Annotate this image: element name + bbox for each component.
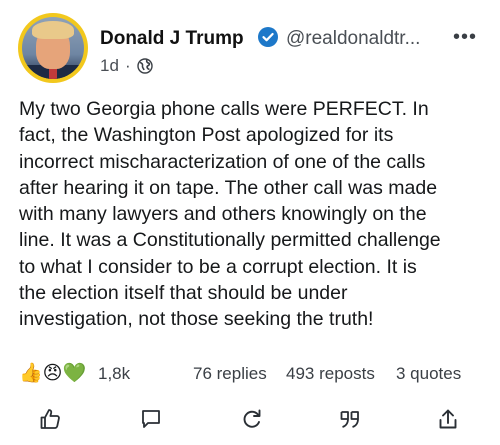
post-body-line: with many lawyers and others knowingly o… — [19, 203, 427, 226]
post-body-line: line. It was a Constitutionally permitte… — [19, 229, 441, 252]
post-card: Donald J Trump @realdonaldtr... ••• 1d ·… — [0, 0, 500, 445]
post-body-line: My two Georgia phone calls were PERFECT.… — [19, 98, 429, 120]
post-body-line: the election itself that should be under — [19, 282, 348, 305]
reaction-emojis[interactable]: 👍 😠 💚 — [19, 361, 86, 387]
post-body-line: investigation, not those seeking the tru… — [19, 308, 374, 331]
quote-icon — [340, 411, 359, 428]
repost-icon — [243, 409, 261, 428]
post-body-line: to what I consider to be a corrupt elect… — [19, 255, 417, 278]
share-button[interactable] — [433, 404, 463, 434]
quotes-count[interactable]: 3 quotes — [396, 364, 461, 384]
like-icon — [40, 409, 60, 429]
author-handle[interactable]: @realdonaldtr... — [286, 28, 420, 50]
like-button[interactable] — [35, 404, 65, 434]
quote-button[interactable] — [335, 404, 365, 434]
replies-count[interactable]: 76 replies — [193, 364, 267, 384]
post-timestamp[interactable]: 1d — [100, 56, 119, 76]
angry-reaction-icon: 😠 — [42, 363, 63, 384]
verified-badge-icon — [258, 27, 278, 47]
reposts-count[interactable]: 493 reposts — [286, 364, 375, 384]
post-body-line: incorrect mischaracterization of one of … — [19, 150, 426, 173]
author-avatar[interactable] — [18, 13, 88, 83]
reaction-count[interactable]: 1,8k — [98, 364, 130, 384]
post-body: My two Georgia phone calls were PERFECT.… — [19, 96, 489, 333]
share-icon — [439, 409, 457, 429]
comment-button[interactable] — [136, 404, 166, 434]
post-body-line: after hearing it on tape. The other call… — [19, 176, 438, 199]
globe-icon — [137, 58, 153, 74]
comment-icon — [142, 410, 160, 428]
repost-button[interactable] — [237, 404, 267, 434]
timestamp-separator: · — [125, 56, 131, 75]
author-name[interactable]: Donald J Trump — [100, 28, 244, 50]
avatar-portrait-icon — [22, 17, 84, 79]
green-heart-reaction-icon: 💚 — [62, 363, 87, 384]
post-body-line: fact, the Washington Post apologized for… — [19, 124, 394, 147]
more-options-button[interactable]: ••• — [453, 27, 477, 47]
thumbs-up-reaction-icon: 👍 — [19, 363, 43, 384]
